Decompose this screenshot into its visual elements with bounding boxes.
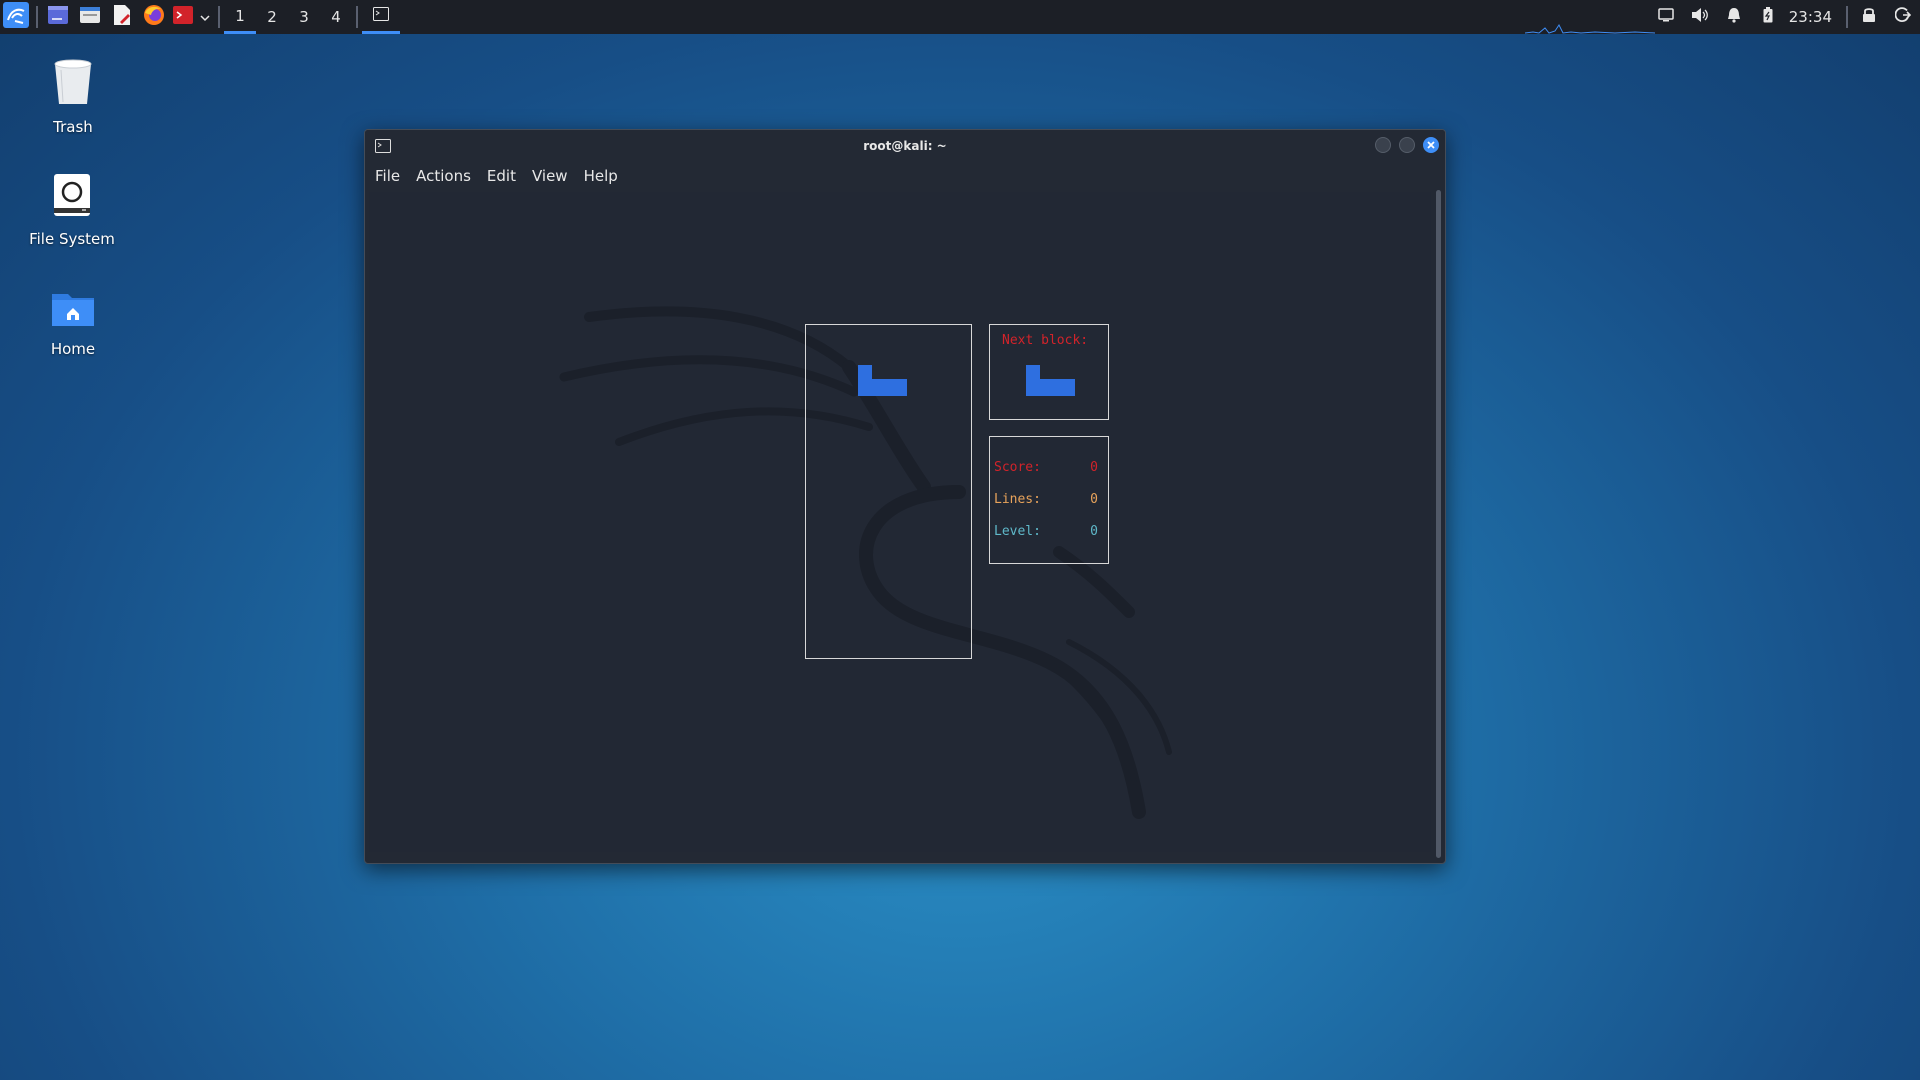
network-graph [1525,24,1655,34]
close-button[interactable] [1423,137,1439,153]
terminal-window: root@kali: ~ File Actions Edit View Help [364,129,1446,864]
trash-icon [51,58,95,110]
volume-icon [1691,7,1709,27]
kali-menu-icon [3,2,29,32]
display-button[interactable] [1649,0,1683,34]
terminal-scrollbar[interactable] [1436,190,1441,858]
next-piece-cell [1026,379,1075,396]
lock-screen-button[interactable] [1852,0,1886,34]
workspace-1[interactable]: 1 [224,0,256,34]
volume-button[interactable] [1683,0,1717,34]
file-manager-launcher[interactable] [74,0,106,34]
root-terminal-icon [173,6,193,28]
firefox-icon [143,4,165,30]
desktop-icon-trash[interactable]: Trash [18,58,128,136]
drive-icon [52,172,92,222]
system-tray: 23:34 [1649,0,1920,34]
menu-actions[interactable]: Actions [416,167,471,185]
firefox-launcher[interactable] [138,0,170,34]
level-label: Level: [994,524,1041,539]
workspace-2[interactable]: 2 [256,0,288,34]
lines-value: 0 [1090,492,1098,507]
next-block-box: Next block: [989,324,1109,420]
window-controls [1375,137,1439,153]
desktop-icon-label: File System [29,230,115,248]
next-block-label: Next block: [1002,333,1089,348]
window-titlebar[interactable]: root@kali: ~ [365,130,1445,162]
top-panel: 1 2 3 4 23:34 [0,0,1920,34]
logout-button[interactable] [1886,0,1920,34]
taskbar-terminal-window[interactable] [362,0,400,34]
display-icon [1658,8,1674,26]
workspace-4[interactable]: 4 [320,0,352,34]
logout-icon [1894,7,1912,27]
maximize-button[interactable] [1399,137,1415,153]
workspace-3[interactable]: 3 [288,0,320,34]
power-manager-button[interactable] [1751,0,1785,34]
file-manager-icon [79,5,101,29]
menu-view[interactable]: View [532,167,568,185]
text-editor-launcher[interactable] [106,0,138,34]
lines-label: Lines: [994,492,1041,507]
tetris-board [805,324,972,659]
score-value: 0 [1090,460,1098,475]
menu-file[interactable]: File [375,167,400,185]
root-terminal-launcher[interactable] [170,0,196,34]
terminal-launcher[interactable] [42,0,74,34]
kali-menu-button[interactable] [0,0,32,34]
panel-separator [1846,6,1848,28]
level-row: Level: 0 [994,524,1098,539]
score-row: Score: 0 [994,460,1098,475]
desktop-icon-label: Trash [53,118,93,136]
battery-icon [1763,7,1773,27]
panel-separator [356,6,358,28]
panel-separator [36,6,38,28]
terminal-launcher-icon [47,5,69,29]
score-label: Score: [994,460,1041,475]
menu-edit[interactable]: Edit [487,167,516,185]
launcher-dropdown[interactable] [196,0,214,34]
notification-bell-icon [1727,7,1741,27]
window-title: root@kali: ~ [863,139,947,153]
desktop-icon-file-system[interactable]: File System [17,172,127,248]
current-piece-cell [858,379,907,396]
desktop-icon-home[interactable]: Home [18,290,128,358]
chevron-down-icon [200,8,210,26]
minimize-button[interactable] [1375,137,1391,153]
terminal-area[interactable]: Next block: Score: 0 Lines: 0 Level: 0 [369,192,1431,852]
lock-icon [1862,7,1876,27]
clock[interactable]: 23:34 [1785,8,1842,26]
text-editor-icon [112,4,132,30]
level-value: 0 [1090,524,1098,539]
notifications-button[interactable] [1717,0,1751,34]
panel-separator [218,6,220,28]
stats-box: Score: 0 Lines: 0 Level: 0 [989,436,1109,564]
menu-bar: File Actions Edit View Help [365,162,1445,190]
menu-help[interactable]: Help [584,167,618,185]
desktop-icon-label: Home [50,340,96,358]
lines-row: Lines: 0 [994,492,1098,507]
window-task-terminal-icon [373,6,389,25]
home-folder-icon [50,290,96,332]
